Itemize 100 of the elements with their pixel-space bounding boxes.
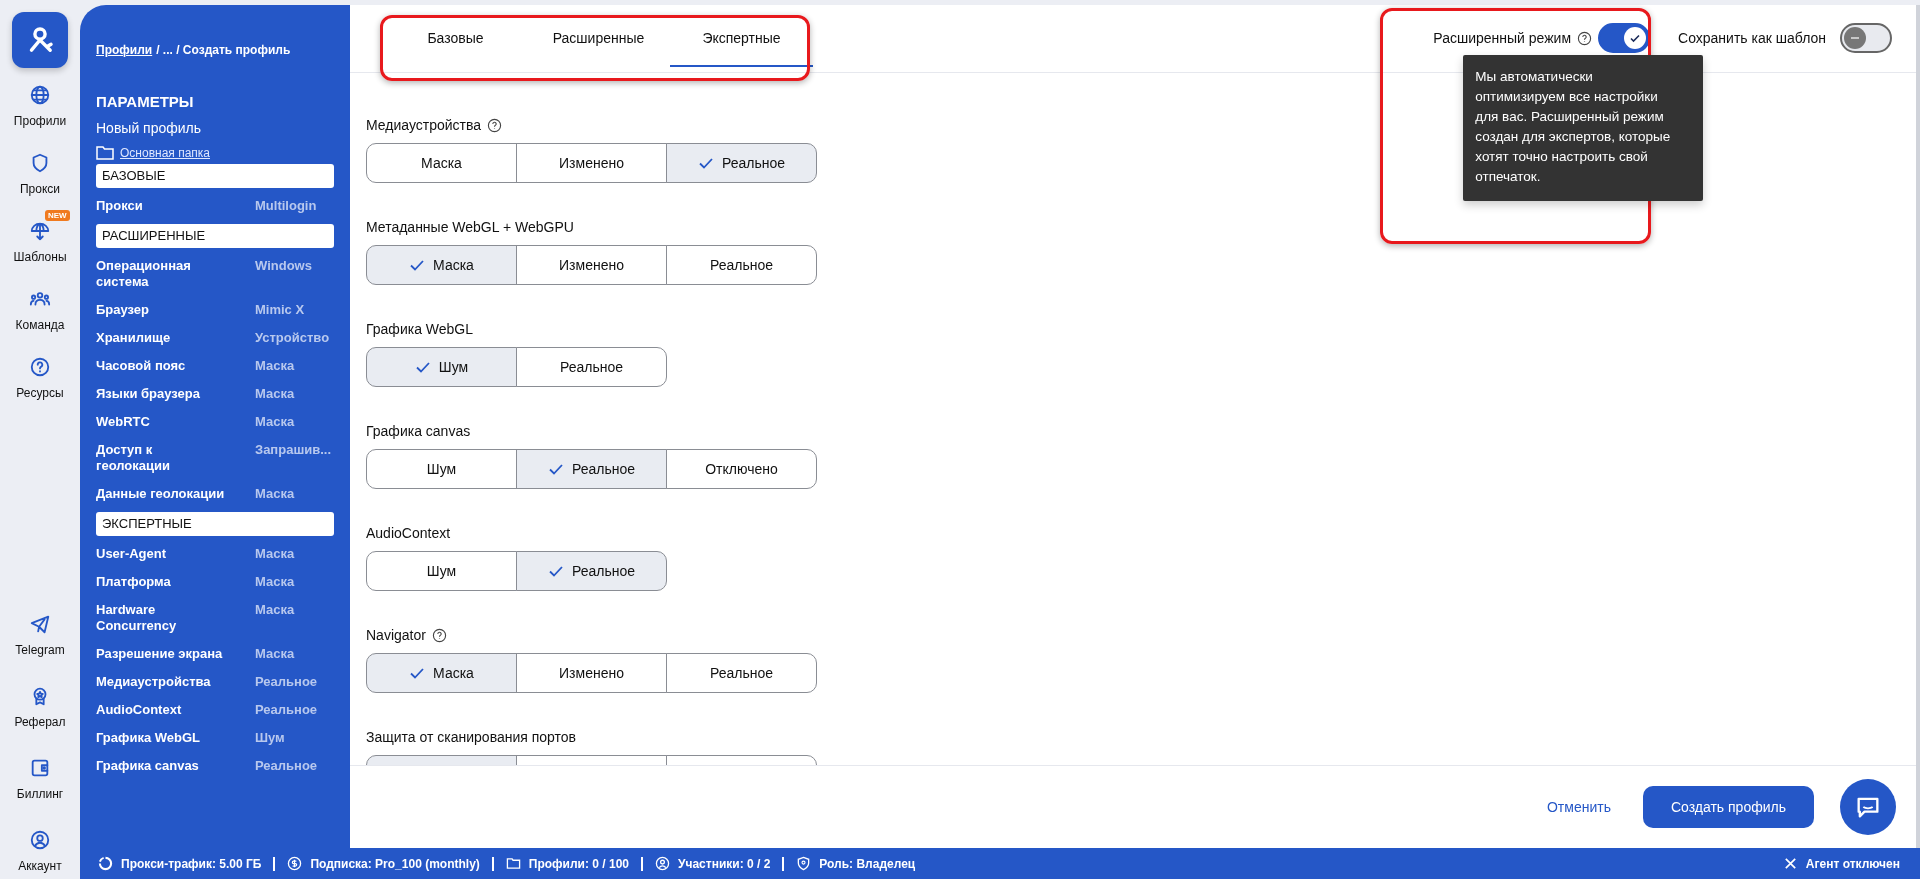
folder-icon [96,146,114,160]
nav-label[interactable]: Шаблоны [13,250,67,264]
dollar-icon [287,856,303,871]
tab[interactable]: Расширенные [527,23,670,67]
folder-link[interactable]: Основная папка [120,146,210,160]
setting-label: Защита от сканирования портов [366,729,577,745]
parameter-name[interactable]: Платформа [96,574,255,590]
help-icon[interactable] [487,117,503,133]
paper-plane-icon[interactable] [29,613,51,635]
section-header[interactable]: ЭКСПЕРТНЫЕ [96,512,334,536]
tab[interactable]: Базовые [384,23,527,67]
toggle-label: Расширенный режим [1433,30,1572,46]
parameter-name[interactable]: Доступ к геолокации [96,442,255,474]
parameter-value: Маска [255,386,295,402]
parameter-name[interactable]: Браузер [96,302,255,318]
loading-ring-icon [98,856,113,871]
status-text: Профили: 0 / 100 [528,856,629,871]
option-button[interactable]: Маска [366,245,517,285]
option-button[interactable]: Реальное [666,245,817,285]
parameter-value: Маска [255,574,295,590]
parameter-value: Маска [255,414,295,430]
help-icon[interactable] [29,356,51,378]
parameter-name[interactable]: Медиаустройства [96,674,255,690]
app-logo[interactable] [12,12,68,68]
chat-button[interactable] [1840,779,1896,835]
help-icon[interactable] [431,627,447,643]
nav-label[interactable]: Профили [13,114,67,128]
setting-label: Медиаустройства [366,117,482,133]
parameter-name[interactable]: AudioContext [96,702,255,718]
option-button[interactable]: Шум [366,347,517,387]
section-header[interactable]: БАЗОВЫЕ [96,164,334,188]
status-text: Прокси-трафик: 5.00 ГБ [121,856,262,871]
option-button[interactable]: Отключено [666,449,817,489]
umbrella-globe-icon[interactable] [29,220,51,242]
toggle-label: Сохранить как шаблон [1678,30,1826,46]
status-text: Роль: Владелец [819,856,916,871]
option-button[interactable]: Шум [366,449,517,489]
option-button[interactable]: Шум [366,551,517,591]
close-icon [1782,856,1798,871]
parameter-name[interactable]: Операционная система [96,258,255,290]
option-button[interactable]: Маска [366,143,517,183]
user-icon [655,856,670,871]
nav-label[interactable]: Команда [15,318,65,332]
status-text: Участники: 0 / 2 [678,856,771,871]
option-button[interactable]: Изменено [516,245,667,285]
tab[interactable]: Экспертные [670,23,813,67]
section-header[interactable]: РАСШИРЕННЫЕ [96,224,334,248]
option-button[interactable]: Реальное [666,143,817,183]
create-profile-button[interactable]: Создать профиль [1642,786,1814,828]
nav-label[interactable]: Telegram [15,643,65,657]
sidebar-title: ПАРАМЕТРЫ [96,93,195,110]
parameter-name[interactable]: Часовой пояс [96,358,255,374]
setting-label: AudioContext [366,525,451,541]
option-button[interactable]: Маска [366,653,517,693]
folder-icon [505,856,521,871]
tooltip: Мы автоматически оптимизируем все настройки для вас. Расширенный режим создан для экспертов, которые хотят точно настроить свой отпечаток. [1463,55,1704,201]
help-icon[interactable] [1577,30,1593,46]
parameter-name[interactable]: Графика WebGL [96,730,255,746]
nav-label[interactable]: Реферал [14,715,66,729]
nav-label[interactable]: Ресурсы [16,386,64,400]
globe-icon[interactable] [29,84,51,106]
parameter-value: Устройство [255,330,330,346]
option-button[interactable]: Изменено [516,143,667,183]
parameter-name[interactable]: User-Agent [96,546,255,562]
nav-label[interactable]: Биллинг [16,787,64,801]
parameter-value: Маска [255,486,295,502]
parameter-value: Реальное [255,674,318,690]
parameter-value: Windows [255,258,312,275]
cancel-link[interactable]: Отменить [1540,798,1617,816]
user-icon[interactable] [29,829,51,851]
breadcrumb-text: / ... / Создать профиль [156,43,291,57]
parameter-name[interactable]: Языки браузера [96,386,255,402]
nav-label[interactable]: Прокси [19,182,60,196]
option-button[interactable]: Реальное [516,449,667,489]
parameter-name[interactable]: Хранилище [96,330,255,346]
option-button[interactable]: Реальное [516,347,667,387]
parameter-name[interactable]: Данные геолокации [96,486,255,502]
parameter-value: Запрашив... [255,442,332,459]
parameter-name[interactable]: Прокси [96,198,255,214]
parameter-value: Шум [255,730,285,746]
option-button[interactable]: Реальное [666,653,817,693]
status-text: Подписка: Pro_100 (monthly) [310,856,480,871]
wallet-icon[interactable] [29,757,51,779]
toggle-switch[interactable] [1840,23,1892,53]
new-badge: NEW [45,210,70,221]
parameter-value: Реальное [255,758,318,774]
parameter-name[interactable]: Разрешение экрана [96,646,255,662]
setting-label: Метаданные WebGL + WebGPU [366,219,574,235]
nav-label[interactable]: Аккаунт [18,859,62,873]
parameter-name[interactable]: Hardware Concurrency [96,602,255,634]
setting-label: Navigator [366,627,426,643]
parameter-value: Маска [255,358,295,374]
parameter-name[interactable]: WebRTC [96,414,255,430]
parameter-name[interactable]: Графика canvas [96,758,255,774]
option-button[interactable]: Изменено [516,653,667,693]
agent-status: Агент отключен [1805,856,1900,871]
option-button[interactable]: Реальное [516,551,667,591]
breadcrumb-link[interactable]: Профили [96,43,153,57]
setting-label: Графика canvas [366,423,471,439]
parameter-value: Реальное [255,702,318,718]
